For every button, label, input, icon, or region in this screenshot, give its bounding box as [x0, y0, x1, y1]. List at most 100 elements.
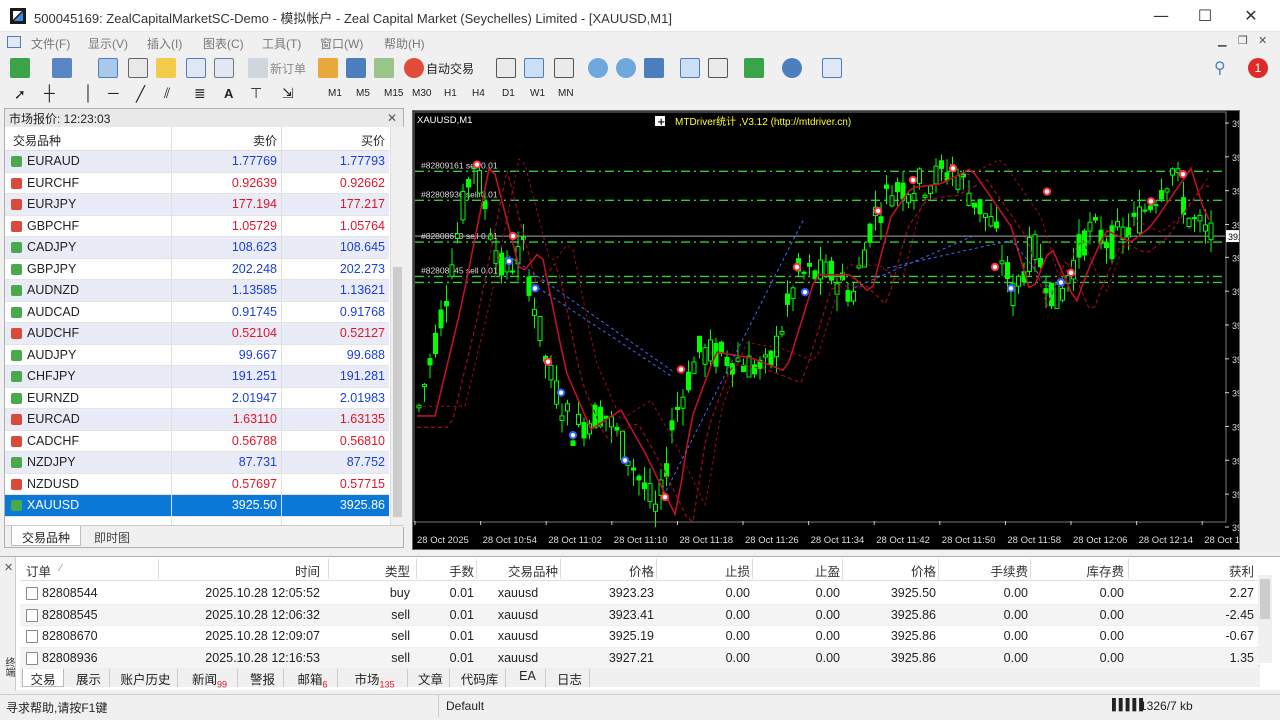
menu-window[interactable]: 窗口(W) [320, 35, 363, 52]
terminal-tab-7[interactable]: 文章 [412, 666, 450, 687]
text-label-icon[interactable]: ⊤ [250, 85, 262, 102]
notifications-icon[interactable]: 1 [1248, 58, 1268, 78]
terminal-close-icon[interactable]: ✕ [4, 561, 13, 574]
menu-tools[interactable]: 工具(T) [262, 35, 301, 52]
terminal-tab-1[interactable]: 展示 [68, 666, 110, 687]
data-window-icon[interactable] [156, 58, 176, 78]
metaeditor-icon[interactable] [318, 58, 338, 78]
text-tool-icon[interactable]: A [224, 86, 233, 101]
channel-icon[interactable]: ⫽ [164, 85, 170, 102]
horizontal-line-icon[interactable]: ─ [108, 85, 119, 102]
terminal-header-4[interactable]: 交易品种 [478, 561, 558, 580]
timeframe-m5[interactable]: M5 [356, 88, 370, 99]
autotrading-icon[interactable] [404, 58, 424, 78]
profiles-icon[interactable] [52, 58, 72, 78]
market-watch-row[interactable]: GBPJPY 202.248 202.273 [5, 258, 389, 280]
arrows-icon[interactable]: ⇲ [282, 85, 294, 102]
vps-icon[interactable] [374, 58, 394, 78]
menu-view[interactable]: 显示(V) [88, 35, 128, 52]
candlestick-icon[interactable] [524, 58, 544, 78]
terminal-tab-10[interactable]: 日志 [550, 666, 590, 687]
bar-chart-icon[interactable] [496, 58, 516, 78]
header-ask[interactable]: 买价 [281, 132, 385, 149]
autotrading-label[interactable]: 自动交易 [426, 60, 474, 77]
indicators-icon[interactable] [744, 58, 764, 78]
mdi-restore-button[interactable]: ❐ [1238, 34, 1248, 47]
terminal-scrollbar[interactable] [1258, 575, 1272, 663]
market-watch-row[interactable]: EURCAD 1.63110 1.63135 [5, 409, 389, 431]
menu-insert[interactable]: 插入(I) [147, 35, 182, 52]
terminal-header-3[interactable]: 手数 [418, 561, 474, 580]
market-watch-row[interactable]: NZDJPY 87.731 87.752 [5, 452, 389, 474]
market-watch-row[interactable]: AUDCHF 0.52104 0.52127 [5, 323, 389, 345]
cursor-icon[interactable]: ➚ [14, 86, 26, 103]
terminal-header-2[interactable]: 类型 [330, 561, 410, 580]
order-row[interactable]: 82808936 2025.10.28 12:16:53 sell 0.01 xauus… [20, 647, 1258, 669]
menu-file[interactable]: 文件(F) [31, 35, 70, 52]
order-row[interactable]: 82808545 2025.10.28 12:06:32 sell 0.01 xauus… [20, 604, 1258, 626]
timeframe-h1[interactable]: H1 [444, 88, 457, 99]
market-watch-row[interactable]: NZDUSD 0.57697 0.57715 [5, 473, 389, 495]
strategy-tester-icon[interactable] [214, 58, 234, 78]
chart-canvas[interactable]: 3931.35 3929.60 3927.85 3926.10 3924.40 3922.… [413, 111, 1239, 549]
fibonacci-icon[interactable]: ≣ [194, 85, 206, 102]
terminal-header-11[interactable]: 获利 [1130, 561, 1254, 580]
autoscroll-icon[interactable] [680, 58, 700, 78]
child-window-icon[interactable] [7, 36, 21, 48]
terminal-header-1[interactable]: 时间 [160, 561, 320, 580]
terminal-tab-4[interactable]: 警报 [242, 666, 284, 687]
terminal-tab-8[interactable]: 代码库 [454, 666, 506, 687]
market-watch-row[interactable]: CADCHF 0.56788 0.56810 [5, 430, 389, 452]
terminal-header-10[interactable]: 库存费 [1032, 561, 1124, 580]
terminal-tab-2[interactable]: 账户历史 [114, 666, 178, 687]
templates-icon[interactable] [822, 58, 842, 78]
navigator-icon[interactable] [128, 58, 148, 78]
price-chart[interactable]: 3931.35 3929.60 3927.85 3926.10 3924.40 3922.… [412, 110, 1240, 550]
market-watch-row[interactable]: EURAUD 1.77769 1.77793 [5, 151, 389, 173]
menu-help[interactable]: 帮助(H) [384, 35, 425, 52]
header-bid[interactable]: 卖价 [171, 132, 277, 149]
timeframe-m30[interactable]: M30 [412, 88, 431, 99]
terminal-tab-5[interactable]: 邮箱6 [288, 666, 338, 690]
timeframe-m15[interactable]: M15 [384, 88, 403, 99]
terminal-header-5[interactable]: 价格 [562, 561, 654, 580]
order-row[interactable]: 82808544 2025.10.28 12:05:52 buy 0.01 xauusd… [20, 583, 1258, 605]
market-watch-row[interactable]: AUDNZD 1.13585 1.13621 [5, 280, 389, 302]
terminal-tab-6[interactable]: 市场135 [342, 666, 408, 690]
minimize-button[interactable]: — [1138, 0, 1184, 32]
market-watch-row[interactable]: AUDCAD 0.91745 0.91768 [5, 301, 389, 323]
crosshair-icon[interactable]: ┼ [44, 85, 55, 102]
new-order-icon[interactable] [248, 58, 268, 78]
line-chart-icon[interactable] [554, 58, 574, 78]
market-watch-row[interactable]: EURJPY 177.194 177.217 [5, 194, 389, 216]
zoom-out-icon[interactable] [616, 58, 636, 78]
terminal-header-9[interactable]: 手续费 [940, 561, 1028, 580]
timeframe-w1[interactable]: W1 [530, 88, 545, 99]
market-watch-icon[interactable] [98, 58, 118, 78]
tab-tick-chart[interactable]: 即时图 [87, 526, 137, 546]
market-watch-scrollbar[interactable] [390, 127, 404, 527]
market-watch-row[interactable]: CHFJPY 191.251 191.281 [5, 366, 389, 388]
search-icon[interactable]: ⚲ [1214, 58, 1226, 78]
zoom-in-icon[interactable] [588, 58, 608, 78]
market-watch-close-icon[interactable]: ✕ [387, 111, 397, 125]
signals-icon[interactable] [346, 58, 366, 78]
order-row[interactable]: 82808670 2025.10.28 12:09:07 sell 0.01 xauus… [20, 626, 1258, 648]
header-symbol[interactable]: 交易品种 [13, 132, 61, 149]
terminal-icon[interactable] [186, 58, 206, 78]
mdi-close-button[interactable]: ✕ [1258, 34, 1267, 47]
market-watch-row[interactable]: EURNZD 2.01947 2.01983 [5, 387, 389, 409]
maximize-button[interactable]: ☐ [1182, 0, 1228, 32]
chart-shift-icon[interactable] [708, 58, 728, 78]
terminal-header-6[interactable]: 止损 [658, 561, 750, 580]
terminal-header-0[interactable]: 订单 [24, 561, 144, 580]
mdi-minimize-button[interactable]: ▁ [1218, 34, 1226, 47]
terminal-tab-0[interactable]: 交易 [22, 666, 64, 687]
market-watch-row[interactable]: GBPCHF 1.05729 1.05764 [5, 215, 389, 237]
vertical-line-icon[interactable]: │ [84, 85, 93, 102]
scrollbar-thumb[interactable] [393, 267, 402, 517]
terminal-header-8[interactable]: 价格 [844, 561, 936, 580]
periods-icon[interactable] [782, 58, 802, 78]
timeframe-d1[interactable]: D1 [502, 88, 515, 99]
market-watch-row[interactable]: CADJPY 108.623 108.645 [5, 237, 389, 259]
